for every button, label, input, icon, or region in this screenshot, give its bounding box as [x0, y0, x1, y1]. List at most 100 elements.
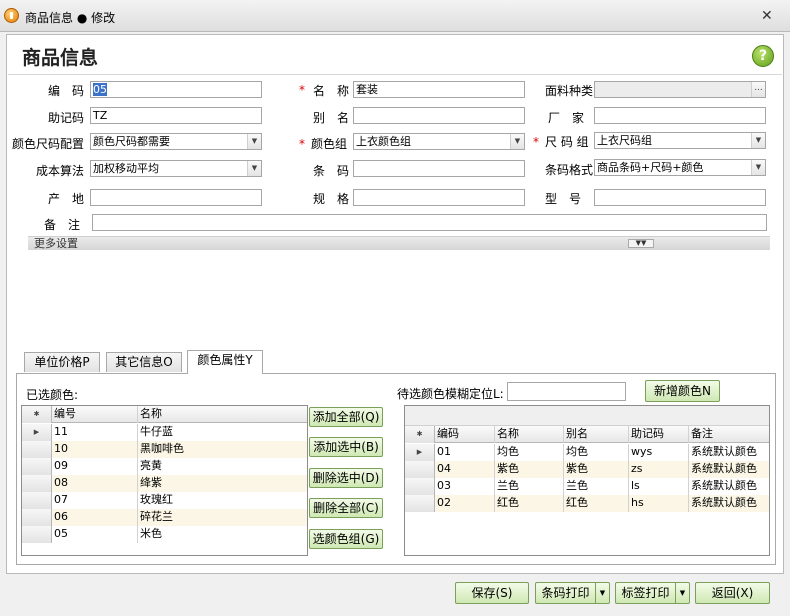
table-row[interactable]: 03 兰色 兰色 ls 系统默认颜色	[405, 478, 769, 495]
selected-colors-label: 已选颜色:	[26, 388, 79, 402]
add-all-button[interactable]: 添加全部(Q)	[309, 407, 383, 427]
label-print-button[interactable]: 标签打印 ▼	[615, 582, 690, 604]
color-group-select[interactable]: 上衣颜色组 ▼	[353, 133, 525, 150]
chevron-down-icon[interactable]: ▼▼	[628, 239, 654, 248]
tab-other-info[interactable]: 其它信息O	[106, 352, 182, 372]
cell-code: 06	[52, 509, 138, 526]
ellipsis-button[interactable]: ...	[751, 82, 765, 97]
chevron-down-icon[interactable]: ▼	[675, 583, 689, 603]
new-color-button[interactable]: 新增颜色N	[645, 380, 720, 402]
cost-method-select[interactable]: 加权移动平均 ▼	[90, 160, 262, 177]
column-header-code[interactable]: 编码	[435, 426, 495, 443]
name-label: 名 称	[313, 84, 350, 98]
cell-code: 10	[52, 441, 138, 458]
origin-field[interactable]	[90, 189, 262, 206]
label-print-label: 标签打印	[621, 586, 670, 600]
column-header-alias[interactable]: 别名	[564, 426, 629, 443]
row-header	[22, 441, 52, 458]
page-title: 商品信息	[22, 47, 99, 69]
code-label: 编 码	[48, 84, 85, 98]
pending-colors-label: 待选颜色模糊定位L:	[397, 387, 504, 401]
back-button[interactable]: 返回(X)	[695, 582, 770, 604]
spec-label: 规 格	[313, 192, 350, 206]
cell-code: 05	[52, 526, 138, 543]
add-selected-button[interactable]: 添加选中(B)	[309, 437, 383, 457]
cell-code: 03	[435, 478, 495, 495]
alias-field[interactable]	[353, 107, 525, 124]
size-group-select[interactable]: 上衣尺码组 ▼	[594, 132, 766, 149]
chevron-down-icon[interactable]: ▼	[751, 133, 765, 148]
chevron-down-icon[interactable]: ▼	[595, 583, 609, 603]
table-row[interactable]: 02 红色 红色 hs 系统默认颜色	[405, 495, 769, 512]
cell-code: 02	[435, 495, 495, 512]
cell-mnemonic: zs	[629, 461, 689, 478]
app-logo-icon	[4, 8, 19, 23]
column-header-name[interactable]: 名称	[138, 406, 307, 423]
table-row[interactable]: 04 紫色 紫色 zs 系统默认颜色	[405, 461, 769, 478]
grid-header: ✱ 编号 名称	[22, 406, 307, 423]
help-icon[interactable]: ?	[752, 45, 774, 67]
model-field[interactable]	[594, 189, 766, 206]
required-mark: *	[533, 135, 539, 149]
table-row[interactable]: 06 碎花兰	[22, 509, 307, 526]
pending-colors-search-input[interactable]	[507, 382, 626, 401]
cell-name: 绛紫	[138, 475, 307, 492]
table-row[interactable]: 09 亮黄	[22, 458, 307, 475]
color-size-config-label: 颜色尺码配置	[12, 137, 85, 151]
cell-name: 紫色	[495, 461, 564, 478]
column-header-code[interactable]: 编号	[52, 406, 138, 423]
table-row[interactable]: 10 黑咖啡色	[22, 441, 307, 458]
cell-code: 11	[52, 424, 138, 441]
code-field[interactable]: 05	[90, 81, 262, 98]
table-row[interactable]: 08 绛紫	[22, 475, 307, 492]
selected-colors-grid[interactable]: ✱ 编号 名称 ▶ 11 牛仔蓝 10 黑咖啡色 09 亮黄 08 绛紫 07 玫瑰红 06…	[21, 405, 308, 556]
tab-unit-price[interactable]: 单位价格P	[24, 352, 100, 372]
cell-name: 均色	[495, 444, 564, 461]
table-row[interactable]: ▶ 11 牛仔蓝	[22, 424, 307, 441]
more-settings-bar[interactable]: 更多设置 ▼▼	[28, 236, 770, 250]
remark-label: 备 注	[44, 218, 81, 232]
remove-all-button[interactable]: 删除全部(C)	[309, 498, 383, 518]
cell-code: 04	[435, 461, 495, 478]
grid-header: ✱ 编码 名称 别名 助记码 备注	[405, 426, 769, 443]
chevron-down-icon[interactable]: ▼	[510, 134, 524, 149]
mnemonic-field[interactable]: TZ	[90, 107, 262, 124]
save-button[interactable]: 保存(S)	[455, 582, 529, 604]
alias-label: 别 名	[313, 111, 350, 125]
column-header-mnemonic[interactable]: 助记码	[629, 426, 689, 443]
fabric-field[interactable]: ...	[594, 81, 766, 98]
chevron-down-icon[interactable]: ▼	[247, 134, 261, 149]
cell-name: 玫瑰红	[138, 492, 307, 509]
barcode-format-select[interactable]: 商品条码+尺码+颜色 ▼	[594, 159, 766, 176]
table-row[interactable]: 05 米色	[22, 526, 307, 543]
more-settings-label: 更多设置	[34, 237, 78, 250]
color-size-config-select[interactable]: 颜色尺码都需要 ▼	[90, 133, 262, 150]
chevron-down-icon[interactable]: ▼	[751, 160, 765, 175]
cell-name: 黑咖啡色	[138, 441, 307, 458]
column-header-remark[interactable]: 备注	[689, 426, 769, 443]
select-color-group-button[interactable]: 选颜色组(G)	[309, 529, 383, 549]
cell-remark: 系统默认颜色	[689, 495, 769, 512]
remark-field[interactable]	[92, 214, 767, 231]
fabric-label: 面料种类	[545, 84, 594, 98]
cell-remark: 系统默认颜色	[689, 478, 769, 495]
cell-code: 09	[52, 458, 138, 475]
row-header	[22, 475, 52, 492]
table-row[interactable]: 07 玫瑰红	[22, 492, 307, 509]
factory-field[interactable]	[594, 107, 766, 124]
column-header-name[interactable]: 名称	[495, 426, 564, 443]
cell-name: 亮黄	[138, 458, 307, 475]
barcode-print-button[interactable]: 条码打印 ▼	[535, 582, 610, 604]
model-label: 型 号	[545, 192, 582, 206]
pending-colors-grid[interactable]: ✱ 编码 名称 别名 助记码 备注 ▶ 01 均色 均色 wys 系统默认颜色 04 紫色紫…	[404, 405, 770, 556]
tab-color-attributes[interactable]: 颜色属性Y	[187, 350, 263, 374]
name-field[interactable]: 套装	[353, 81, 525, 98]
chevron-down-icon[interactable]: ▼	[247, 161, 261, 176]
remove-selected-button[interactable]: 删除选中(D)	[309, 468, 383, 488]
table-row[interactable]: ▶ 01 均色 均色 wys 系统默认颜色	[405, 444, 769, 461]
close-icon[interactable]: ✕	[761, 8, 773, 24]
barcode-field[interactable]	[353, 160, 525, 177]
spec-field[interactable]	[353, 189, 525, 206]
row-header	[22, 492, 52, 509]
cell-name: 兰色	[495, 478, 564, 495]
